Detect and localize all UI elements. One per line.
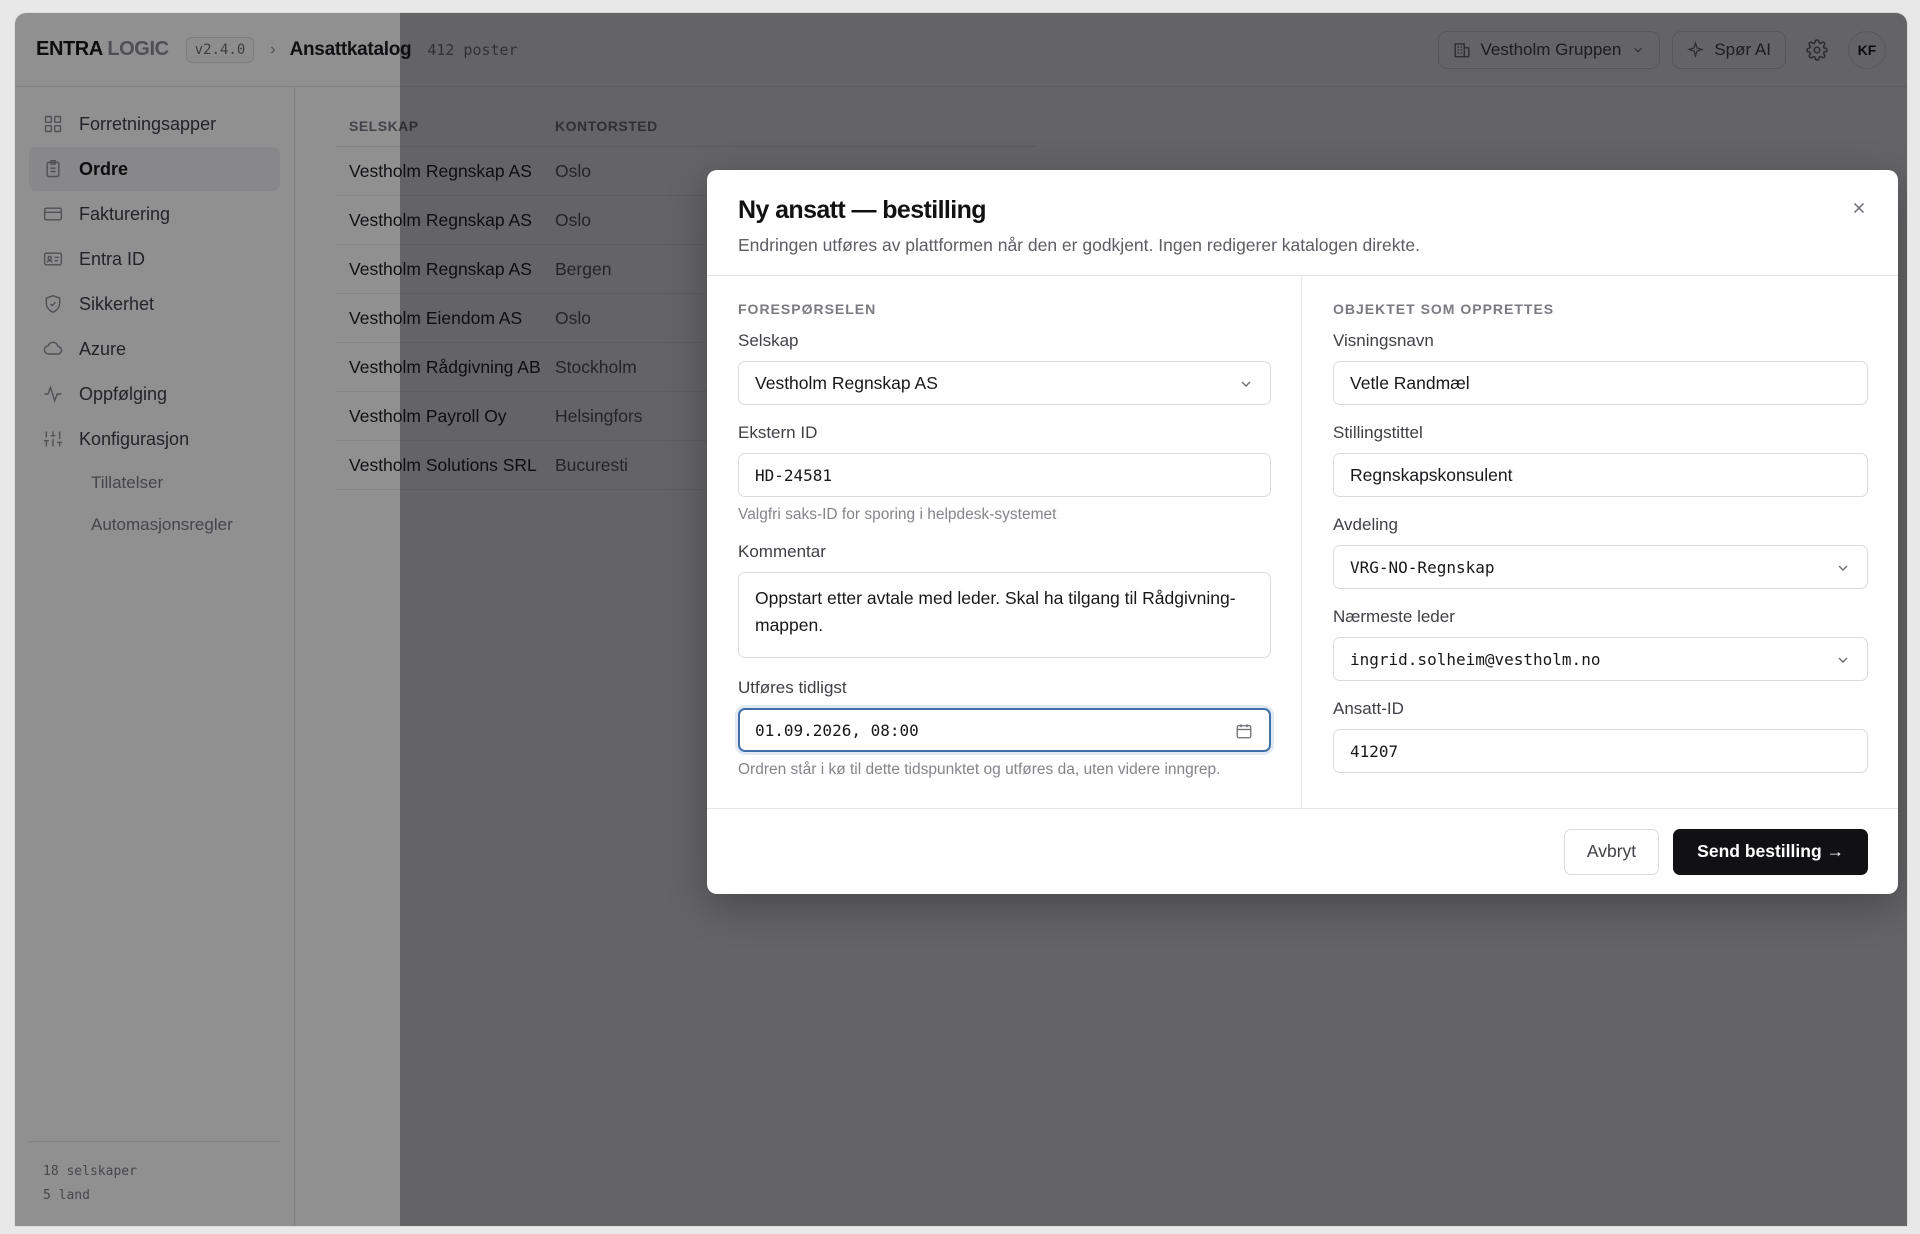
new-employee-modal: Ny ansatt — bestilling Endringen utføres… [707,170,1898,894]
chevron-down-icon [1838,657,1848,663]
manager-select[interactable]: ingrid.solheim@vestholm.no [1333,637,1868,681]
job-title-label: Stillingstittel [1333,423,1423,442]
external-id-label: Ekstern ID [738,423,818,442]
job-title-input[interactable]: Regnskapskonsulent [1333,453,1868,497]
modal-footer: Avbryt Send bestilling → [707,809,1898,894]
close-icon [1853,202,1865,214]
modal-body: FORESPØRSELEN Selskap Vestholm Regnskap … [707,276,1898,809]
comment-label: Kommentar [738,542,826,561]
external-id-input[interactable]: HD-24581 [738,453,1271,497]
employee-id-label: Ansatt-ID [1333,699,1404,718]
calendar-icon[interactable] [1235,722,1253,740]
display-name-input[interactable]: Vetle Randmæl [1333,361,1868,405]
company-select[interactable]: Vestholm Regnskap AS [738,361,1271,405]
section-heading-object: OBJEKTET SOM OPPRETTES [1333,301,1555,317]
department-value: VRG-NO-Regnskap [1350,557,1495,577]
earliest-label: Utføres tidligst [738,678,847,697]
display-name-value: Vetle Randmæl [1350,372,1470,393]
earliest-hint: Ordren står i kø til dette tidspunktet o… [738,761,1221,778]
manager-label: Nærmeste leder [1333,607,1455,626]
external-id-value: HD-24581 [755,465,833,485]
close-button[interactable] [1850,199,1868,222]
modal-title: Ny ansatt — bestilling [738,196,987,224]
comment-textarea[interactable]: Oppstart etter avtale med leder. Skal ha… [738,572,1271,658]
department-label: Avdeling [1333,515,1398,534]
manager-value: ingrid.solheim@vestholm.no [1350,649,1601,669]
earliest-value: 01.09.2026, 08:00 [755,720,919,740]
modal-header: Ny ansatt — bestilling Endringen utføres… [707,170,1898,276]
employee-id-input[interactable]: 41207 [1333,729,1868,773]
send-order-button[interactable]: Send bestilling → [1673,828,1868,875]
section-heading-request: FORESPØRSELEN [738,301,877,317]
object-column: OBJEKTET SOM OPPRETTES Visningsnavn Vetl… [1302,276,1898,808]
app-window: ENTRA LOGIC v2.4.0 › Ansattkatalog 412 p… [14,12,1908,1227]
request-column: FORESPØRSELEN Selskap Vestholm Regnskap … [707,276,1302,808]
job-title-value: Regnskapskonsulent [1350,464,1513,485]
external-id-hint: Valgfri saks-ID for sporing i helpdesk-s… [738,506,1057,523]
chevron-down-icon [1838,565,1848,571]
department-select[interactable]: VRG-NO-Regnskap [1333,545,1868,589]
display-name-label: Visningsnavn [1333,331,1434,350]
earliest-datetime-input[interactable]: 01.09.2026, 08:00 [738,708,1271,752]
company-value: Vestholm Regnskap AS [755,372,938,393]
chevron-down-icon [1241,381,1251,387]
cancel-button[interactable]: Avbryt [1563,828,1660,875]
modal-subtitle: Endringen utføres av plattformen når den… [738,235,1420,255]
employee-id-value: 41207 [1350,741,1399,761]
company-label: Selskap [738,331,799,350]
